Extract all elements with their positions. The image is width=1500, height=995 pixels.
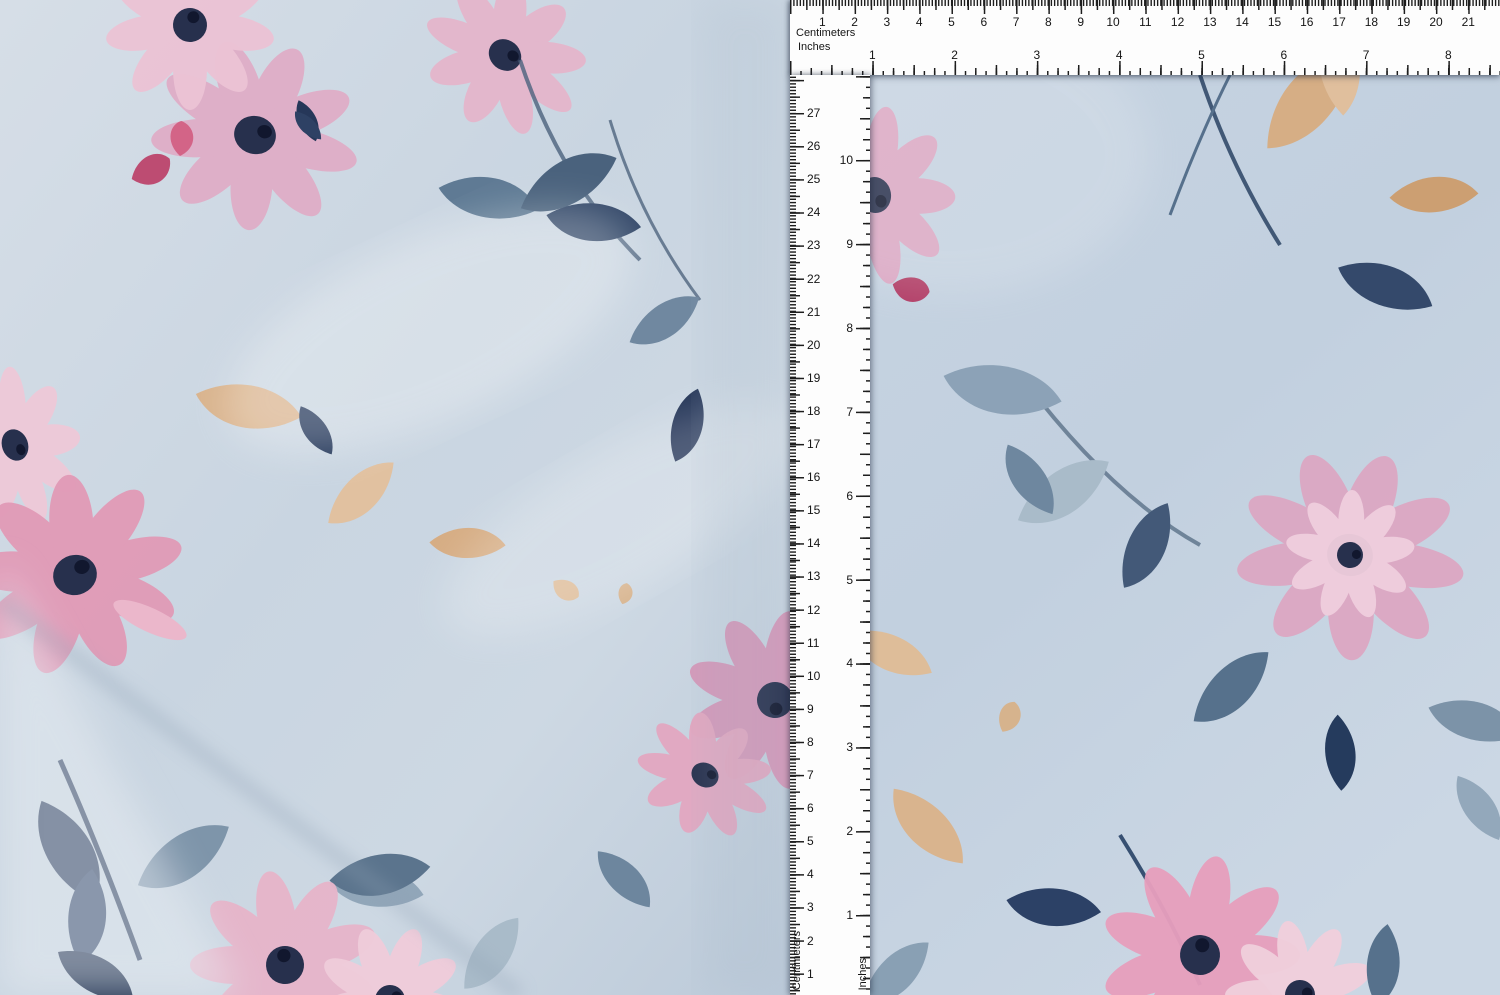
horizontal-ruler: 123456789101112131415161718192021 Centim… xyxy=(790,0,1500,75)
ruler-number: 4 xyxy=(846,656,853,670)
ruler-number: 3 xyxy=(1034,48,1041,62)
ruler-number: 8 xyxy=(846,321,853,335)
ruler-number: 10 xyxy=(840,153,853,167)
ruler-number: 9 xyxy=(846,237,853,251)
ruler-number: 5 xyxy=(1198,48,1205,62)
ruler-number: 2 xyxy=(846,824,853,838)
ruler-number: 6 xyxy=(846,489,853,503)
vertical-ruler: 2726252423222120191817161514131211109876… xyxy=(790,75,870,995)
ruler-number: 2 xyxy=(951,48,958,62)
ruler-number: 1 xyxy=(846,908,853,922)
ruler-number: 3 xyxy=(846,740,853,754)
inch-major-ticks xyxy=(856,75,870,995)
fabric-photo-draped xyxy=(0,0,790,995)
inch-major-ticks xyxy=(790,61,1500,75)
screenshot-root: 123456789101112131415161718192021 Centim… xyxy=(0,0,1500,995)
ruler-number: 5 xyxy=(846,573,853,587)
ruler-number: 4 xyxy=(1116,48,1123,62)
floral-print-illustration-right xyxy=(870,75,1500,995)
ruler-number: 8 xyxy=(1445,48,1452,62)
centimeters-label: Centimeters xyxy=(791,931,803,990)
floral-print-illustration-left xyxy=(0,0,790,995)
ruler-number: 7 xyxy=(1363,48,1370,62)
ruler-number: 1 xyxy=(869,48,876,62)
ruler-number: 7 xyxy=(846,405,853,419)
fabric-photo-flat xyxy=(870,75,1500,995)
ruler-number: 6 xyxy=(1280,48,1287,62)
inches-label: Inches xyxy=(857,958,869,990)
